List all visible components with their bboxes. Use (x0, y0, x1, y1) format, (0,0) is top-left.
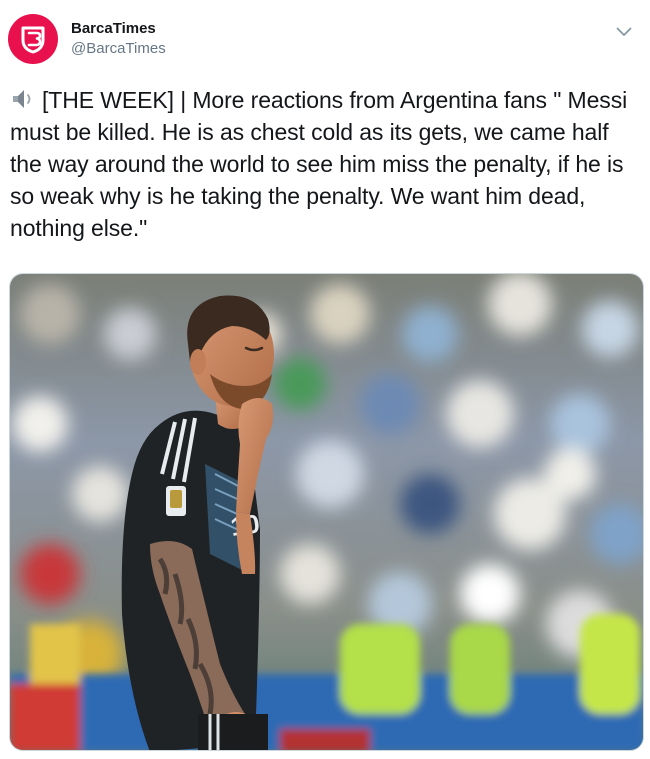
speaker-icon (13, 90, 31, 108)
user-handle[interactable]: @BarcaTimes (71, 39, 166, 59)
tweet-card: BarcaTimes @BarcaTimes [THE WEEK] | More… (0, 0, 650, 759)
barcatimes-logo-icon (21, 26, 45, 54)
tweet-text: [THE WEEK] | More reactions from Argenti… (10, 84, 638, 244)
display-name[interactable]: BarcaTimes (71, 19, 166, 39)
tweet-text-body: [THE WEEK] | More reactions from Argenti… (10, 87, 628, 241)
tweet-header: BarcaTimes @BarcaTimes (8, 14, 166, 64)
photo-image: 10 (10, 274, 643, 750)
user-block: BarcaTimes @BarcaTimes (71, 19, 166, 59)
tweet-photo[interactable]: 10 (9, 273, 644, 751)
avatar[interactable] (8, 14, 58, 64)
tweet-menu-button[interactable] (614, 22, 634, 42)
chevron-down-icon (616, 27, 632, 36)
